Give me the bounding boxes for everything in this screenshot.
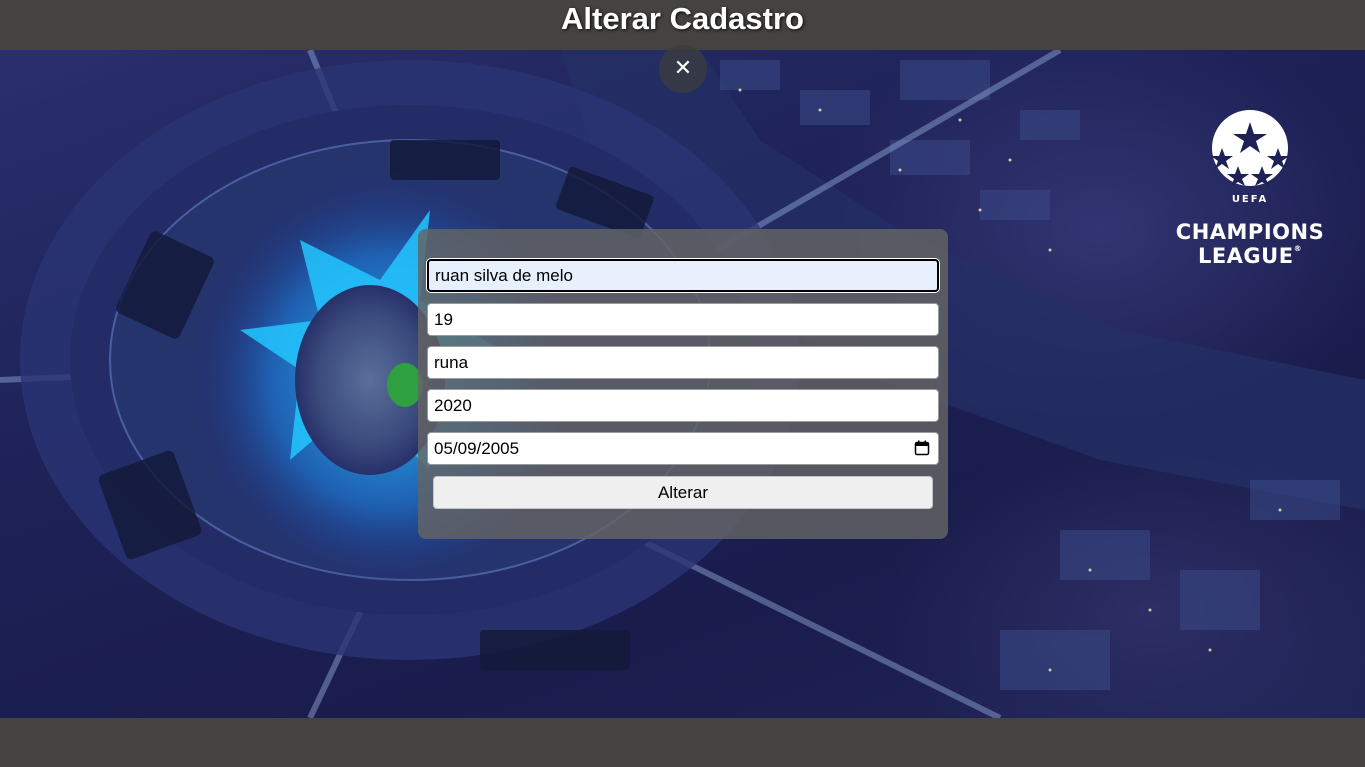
logo-league-text: LEAGUE® [1197,244,1303,268]
close-button[interactable]: ✕ [659,45,707,93]
champions-league-logo: UEFA CHAMPIONS LEAGUE® [1160,108,1340,268]
edit-registration-form: Alterar [418,229,948,539]
alterar-button[interactable]: Alterar [433,476,933,509]
page-footer [0,718,1365,767]
nickname-input[interactable] [427,346,939,379]
logo-uefa-text: UEFA [1231,194,1269,205]
close-icon: ✕ [673,56,693,81]
name-input[interactable] [427,259,939,292]
year-input[interactable] [427,389,939,422]
page-header: Alterar Cadastro [0,0,1365,50]
birthdate-field [427,432,939,465]
starball-icon [1211,110,1289,186]
age-input[interactable] [427,303,939,336]
page-title: Alterar Cadastro [561,1,804,36]
calendar-icon[interactable] [914,440,930,456]
birthdate-input[interactable] [427,432,939,465]
logo-champions-text: CHAMPIONS [1175,220,1325,244]
